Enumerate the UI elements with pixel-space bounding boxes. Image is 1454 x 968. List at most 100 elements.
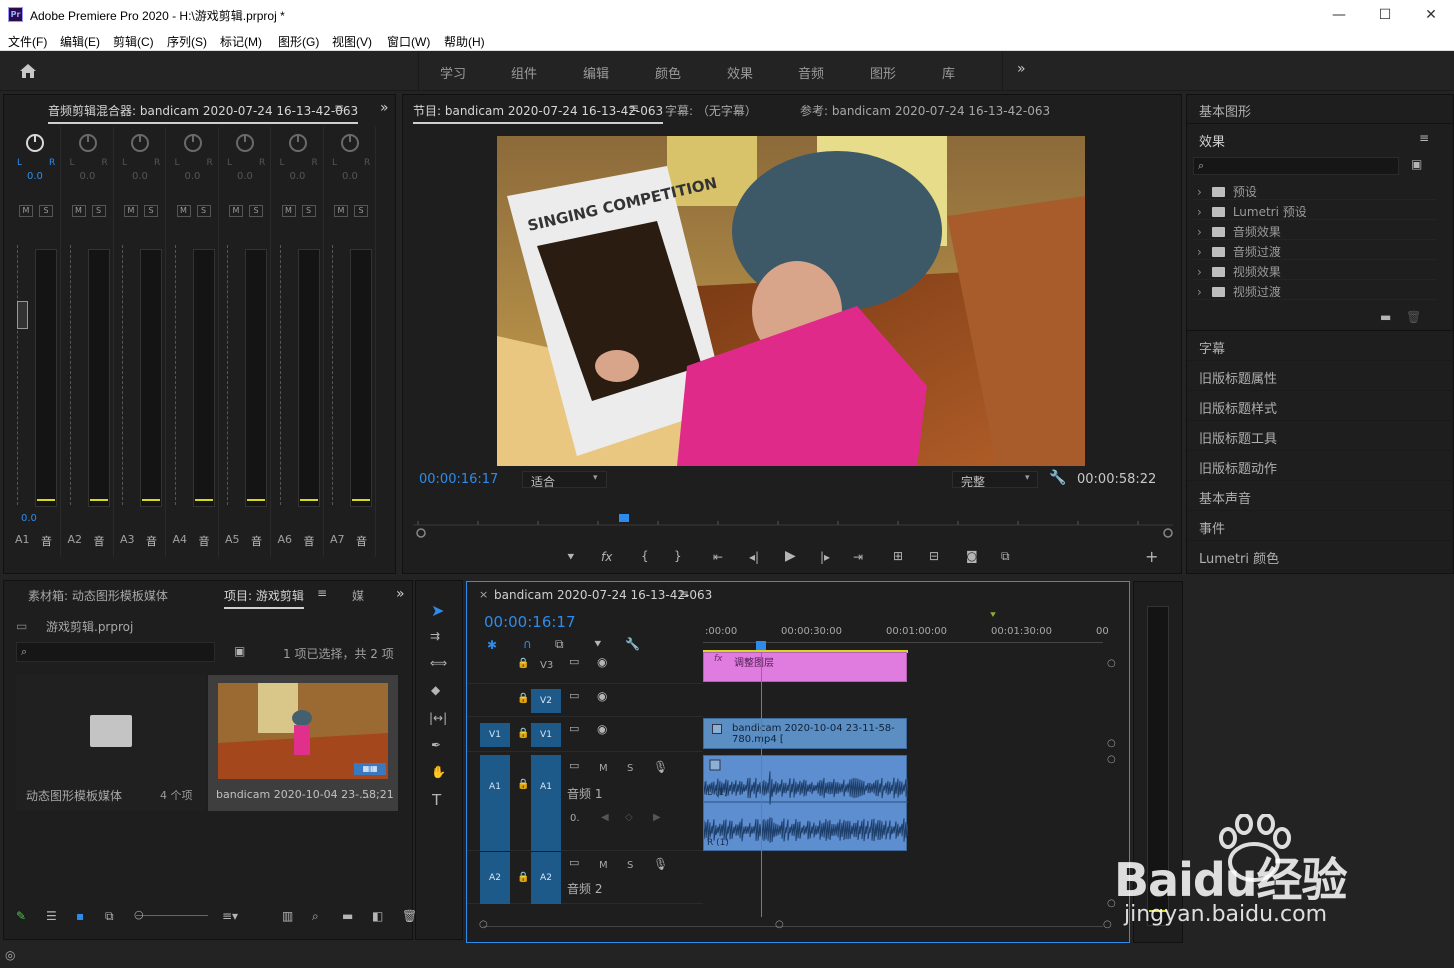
pan-knob-icon[interactable] xyxy=(340,133,360,153)
menu-edit[interactable]: 编辑(E) xyxy=(60,33,100,50)
effects-tree-item[interactable]: › 音频效果 xyxy=(1193,221,1437,240)
pan-knob-icon[interactable] xyxy=(78,133,98,153)
eye-icon[interactable]: ◉ xyxy=(597,655,607,669)
fx-icon[interactable]: fx xyxy=(601,550,612,564)
volume-value[interactable]: 0. xyxy=(570,813,580,824)
trash-icon[interactable]: 🗑 xyxy=(1406,310,1421,324)
menu-file[interactable]: 文件(F) xyxy=(8,33,47,50)
solo-button[interactable]: S xyxy=(627,860,633,871)
new-bin-icon[interactable]: ▬ xyxy=(342,909,353,923)
pan-knob-icon[interactable] xyxy=(288,133,308,153)
nest-icon[interactable]: ✱ xyxy=(487,638,497,652)
solo-button[interactable]: S xyxy=(627,763,633,774)
wrench-icon[interactable]: 🔧 xyxy=(1049,470,1066,486)
zoom-handle-icon[interactable]: ○ xyxy=(479,919,488,930)
mute-button[interactable]: M xyxy=(229,205,243,217)
solo-button[interactable]: S xyxy=(354,205,368,217)
workspace-graphics[interactable]: 图形 xyxy=(870,63,896,82)
ripple-edit-icon[interactable]: ⟺ xyxy=(430,656,447,670)
wrench-icon[interactable]: 🔧 xyxy=(625,637,640,651)
menu-clip[interactable]: 剪辑(C) xyxy=(113,33,154,50)
track-icon[interactable]: 音 xyxy=(304,533,315,549)
panel-menu-icon[interactable]: ≡ xyxy=(1419,131,1429,145)
lock-icon[interactable]: 🔒 xyxy=(517,693,529,704)
panel-menu-icon[interactable]: ≡ xyxy=(317,586,327,600)
tab-captions[interactable]: 字幕: （无字幕） xyxy=(665,102,757,119)
pen-icon[interactable]: ✒ xyxy=(431,738,441,752)
track-target-v1[interactable]: V1 xyxy=(531,723,561,747)
right-panel-item[interactable]: 旧版标题动作 xyxy=(1187,451,1454,481)
lock-icon[interactable]: 🔒 xyxy=(517,779,529,790)
playhead-handle[interactable] xyxy=(756,641,766,650)
tab-audio-clip-mixer[interactable]: 音频剪辑混合器: bandicam 2020-07-24 16-13-42-06… xyxy=(48,102,359,124)
source-patch-a2[interactable]: A2 xyxy=(480,852,510,904)
zoom-slider-handle[interactable]: ○ xyxy=(134,908,144,921)
tab-project[interactable]: 项目: 游戏剪辑 xyxy=(224,587,304,609)
close-button[interactable]: ✕ xyxy=(1408,0,1454,31)
pan-value[interactable]: 0.0 xyxy=(80,171,96,182)
sync-lock-icon[interactable]: ▭ xyxy=(569,689,579,702)
pan-knob-icon[interactable] xyxy=(183,133,203,153)
effects-tree-item[interactable]: › 视频过渡 xyxy=(1193,281,1437,300)
sync-lock-icon[interactable]: ▭ xyxy=(569,722,579,735)
new-item-icon[interactable]: ◧ xyxy=(372,909,383,923)
solo-button[interactable]: S xyxy=(196,205,211,217)
fader-value[interactable]: 0.0 xyxy=(21,513,37,524)
adjustment-layer-clip[interactable]: fx 调整图层 xyxy=(703,652,907,682)
solo-button[interactable]: S xyxy=(249,205,263,217)
tab-program[interactable]: 节目: bandicam 2020-07-24 16-13-42-063 xyxy=(413,102,664,124)
pan-knob-icon[interactable] xyxy=(25,133,45,153)
zoom-handle-icon[interactable]: ○ xyxy=(1103,919,1112,930)
fader-handle[interactable] xyxy=(17,301,28,329)
timeline-zoom-track[interactable] xyxy=(483,926,1103,927)
lock-icon[interactable]: 🔒 xyxy=(517,658,529,669)
mute-button[interactable]: M xyxy=(124,205,138,217)
step-back-icon[interactable]: ◂| xyxy=(749,550,759,564)
workspace-editing[interactable]: 编辑 xyxy=(583,63,609,82)
workspace-color[interactable]: 颜色 xyxy=(655,63,681,82)
zoom-slider[interactable] xyxy=(136,915,208,916)
timeline-timecode[interactable]: 00:00:16:17 xyxy=(484,613,576,631)
menu-view[interactable]: 视图(V) xyxy=(332,33,372,50)
effects-tree-item[interactable]: › Lumetri 预设 xyxy=(1193,201,1437,220)
prev-keyframe-icon[interactable]: ◀ xyxy=(601,812,609,823)
go-to-in-icon[interactable]: ⇤ xyxy=(713,550,723,564)
workspace-libraries[interactable]: 库 xyxy=(942,63,955,82)
lock-icon[interactable]: 🔒 xyxy=(517,728,529,739)
bin-item[interactable]: 动态图形模板媒体 4 个项 xyxy=(16,675,206,811)
workspace-effects[interactable]: 效果 xyxy=(727,63,753,82)
right-panel-item[interactable]: 基本声音 xyxy=(1187,481,1454,511)
right-panel-item[interactable]: 事件 xyxy=(1187,511,1454,541)
tab-essential-graphics[interactable]: 基本图形 xyxy=(1199,101,1251,120)
close-icon[interactable]: × xyxy=(479,588,488,601)
mute-button[interactable]: M xyxy=(281,205,296,217)
selection-tool-icon[interactable]: ➤ xyxy=(431,601,444,620)
workspace-audio[interactable]: 音频 xyxy=(798,63,824,82)
sort-icon[interactable]: ≡▾ xyxy=(222,909,238,923)
audio-clip[interactable]: L (1) R (1) xyxy=(703,755,909,851)
sync-lock-icon[interactable]: ▭ xyxy=(569,655,579,668)
panel-menu-icon[interactable]: ≡ xyxy=(629,101,639,115)
tab-effects[interactable]: 效果 xyxy=(1199,131,1225,150)
track-target-a1[interactable]: A1 xyxy=(531,755,561,851)
mark-out-icon[interactable]: } xyxy=(674,549,682,563)
hand-icon[interactable]: ✋ xyxy=(431,765,446,779)
scroll-handle-icon[interactable]: ○ xyxy=(1107,658,1116,669)
track-target-v2[interactable]: V2 xyxy=(531,689,561,713)
effects-tree-item[interactable]: › 音频过渡 xyxy=(1193,241,1437,260)
panel-menu-icon[interactable]: ≡ xyxy=(679,587,689,601)
razor-icon[interactable]: ◆ xyxy=(431,683,440,697)
effects-tree-item[interactable]: › 视频效果 xyxy=(1193,261,1437,280)
panel-menu-icon[interactable]: ≡ xyxy=(334,101,344,115)
mark-in-icon[interactable]: { xyxy=(641,549,649,563)
add-marker-icon[interactable]: ⯆ xyxy=(593,637,603,652)
menu-graphics[interactable]: 图形(G) xyxy=(278,33,319,50)
right-panel-item[interactable]: 字幕 xyxy=(1187,331,1454,361)
track-target-a2[interactable]: A2 xyxy=(531,852,561,904)
workspace-overflow-icon[interactable]: » xyxy=(1017,61,1026,77)
source-patch-v1[interactable]: V1 xyxy=(480,723,510,747)
menu-sequence[interactable]: 序列(S) xyxy=(167,33,207,50)
icon-view-icon[interactable]: ▪ xyxy=(76,909,84,923)
microphone-icon[interactable]: 🎙 xyxy=(653,857,668,871)
effects-tree-item[interactable]: › 预设 xyxy=(1193,181,1437,200)
